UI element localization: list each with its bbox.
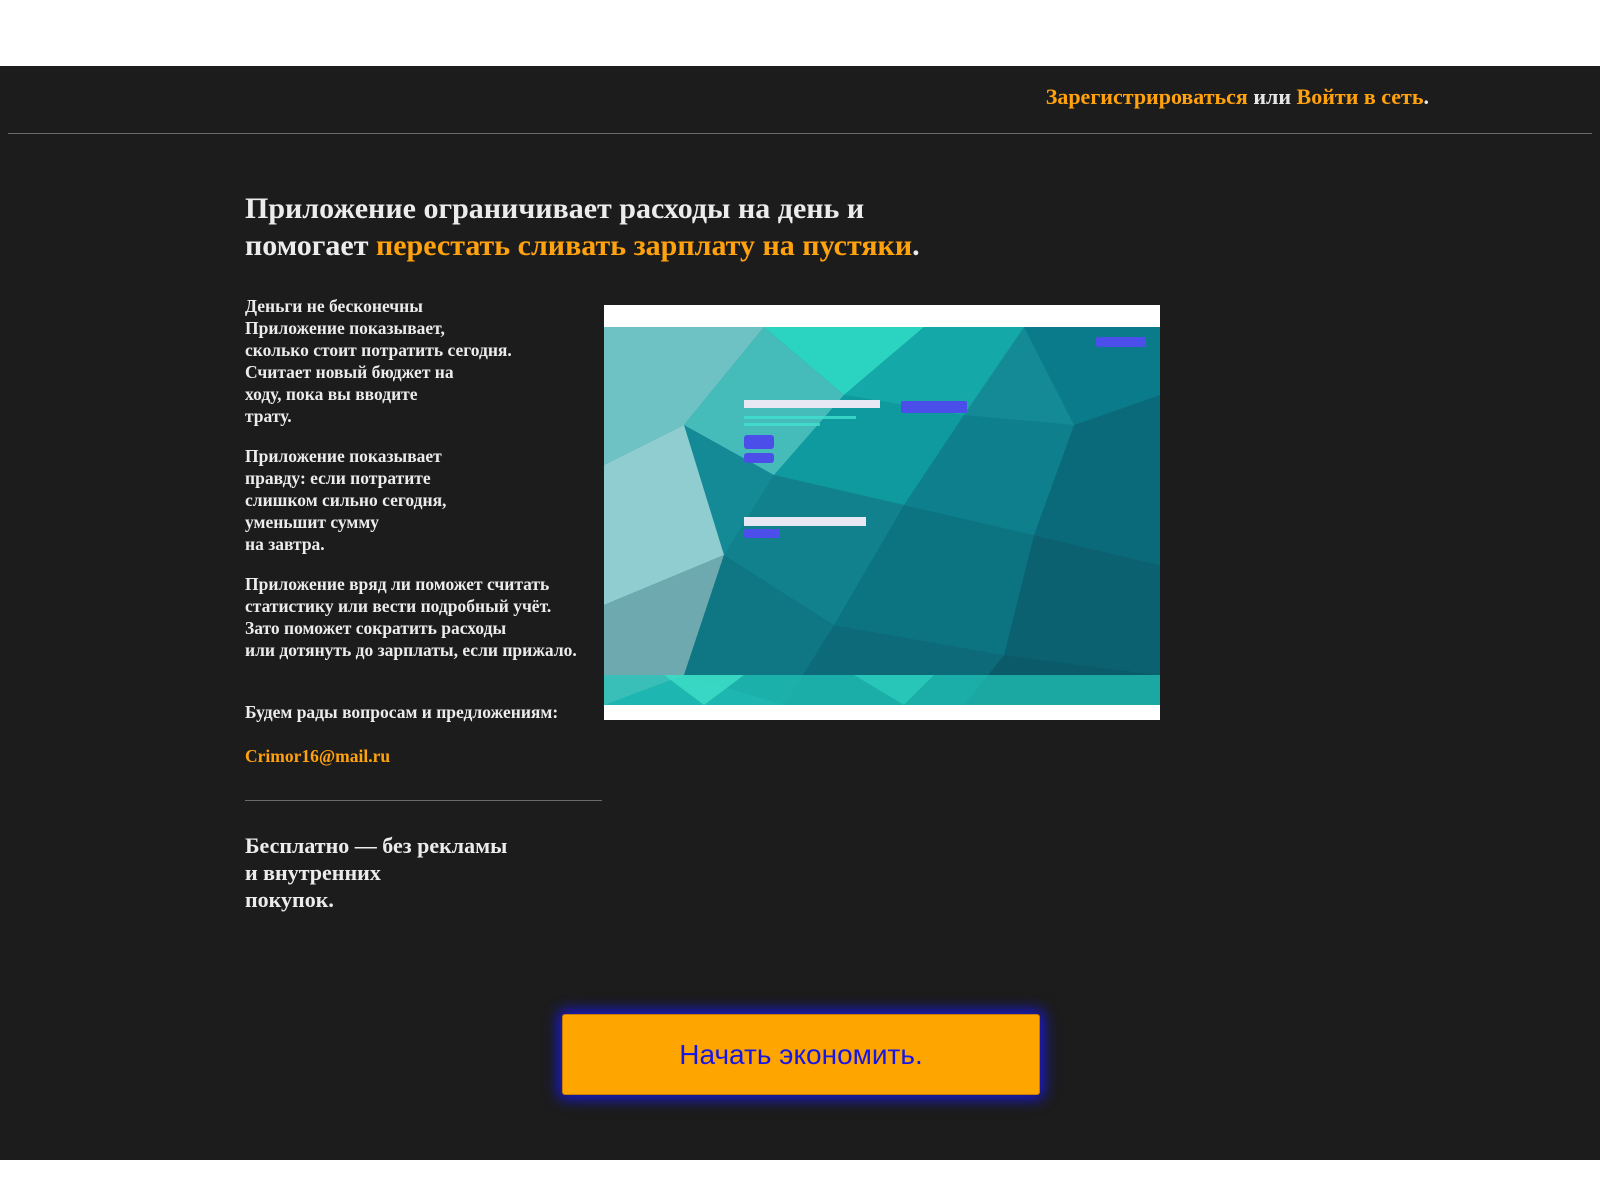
- auth-links: Зарегистрироваться или Войти в сеть.: [1046, 84, 1429, 110]
- features-text: Деньги не бесконечны Приложение показыва…: [245, 295, 605, 785]
- feature-paragraph-1: Деньги не бесконечны Приложение показыва…: [245, 296, 512, 426]
- nav-end-dot: .: [1423, 84, 1430, 109]
- app-preview-image: [604, 305, 1160, 720]
- headline-end: .: [912, 229, 920, 262]
- headline-accent: перестать сливать зарплату на пустяки: [375, 229, 913, 262]
- feature-paragraph-3: Приложение вряд ли поможет считать стати…: [245, 574, 577, 660]
- app-preview-graphic: [604, 327, 1160, 705]
- or-text: или: [1253, 84, 1292, 109]
- landing-page: Зарегистрироваться или Войти в сеть. При…: [0, 66, 1600, 1160]
- login-link[interactable]: Войти в сеть: [1297, 84, 1424, 109]
- header-divider: [8, 133, 1592, 134]
- register-link[interactable]: Зарегистрироваться: [1046, 84, 1248, 109]
- free-note: Бесплатно — без рекламы и внутренних пок…: [245, 833, 508, 912]
- headline-line1: Приложение ограничивает расходы на день …: [245, 192, 865, 225]
- headline-line2: помогает: [245, 229, 376, 262]
- feature-paragraph-2: Приложение показывает правду: если потра…: [245, 446, 447, 554]
- contact-email-link[interactable]: Crimor16@mail.ru: [245, 746, 390, 766]
- contact-paragraph: Будем рады вопросам и предложениям: Crim…: [245, 679, 625, 767]
- section-divider: [245, 800, 602, 801]
- contact-text: Будем рады вопросам и предложениям:: [245, 702, 559, 722]
- start-saving-button[interactable]: Начать экономить.: [562, 1014, 1040, 1095]
- page-headline: Приложение ограничивает расходы на день …: [245, 190, 1005, 264]
